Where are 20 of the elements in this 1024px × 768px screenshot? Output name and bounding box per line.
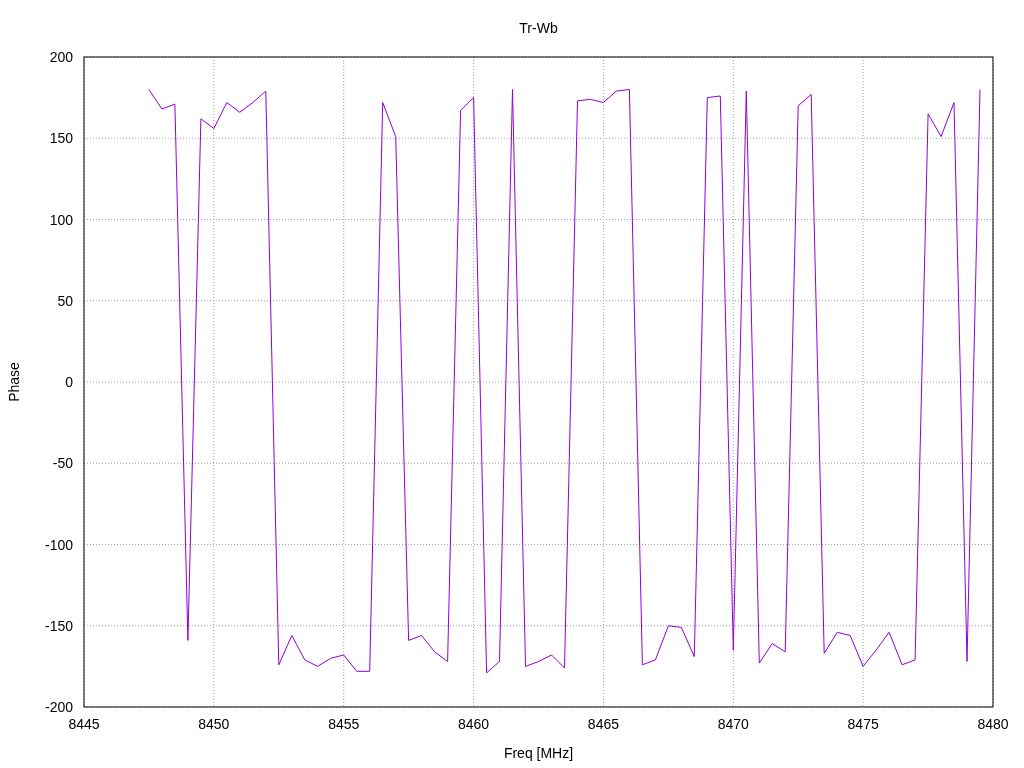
y-tick-label: -100 (44, 536, 73, 553)
x-tick-label: 8480 (977, 716, 1009, 732)
x-tick-label: 8455 (328, 716, 360, 732)
y-tick-label: 200 (49, 49, 73, 65)
x-tick-label: 8445 (68, 716, 100, 732)
y-tick-label: -150 (44, 617, 73, 634)
y-tick-label: 50 (57, 292, 73, 309)
y-tick-label: -50 (52, 455, 73, 472)
y-tick-label: -200 (44, 699, 73, 715)
y-tick-label: 100 (49, 211, 73, 228)
x-axis-label: Freq [MHz] (503, 745, 574, 761)
y-axis-label: Phase (6, 362, 22, 402)
x-tick-label: 8460 (458, 716, 490, 732)
x-tick-label: 8450 (198, 716, 230, 732)
x-tick-label: 8475 (847, 716, 879, 732)
y-tick-label: 0 (65, 374, 73, 390)
y-tick-label: 150 (49, 130, 73, 147)
x-tick-label: 8465 (587, 716, 619, 732)
chart-title: Tr-Wb (519, 20, 558, 36)
x-tick-label: 8470 (717, 716, 749, 732)
